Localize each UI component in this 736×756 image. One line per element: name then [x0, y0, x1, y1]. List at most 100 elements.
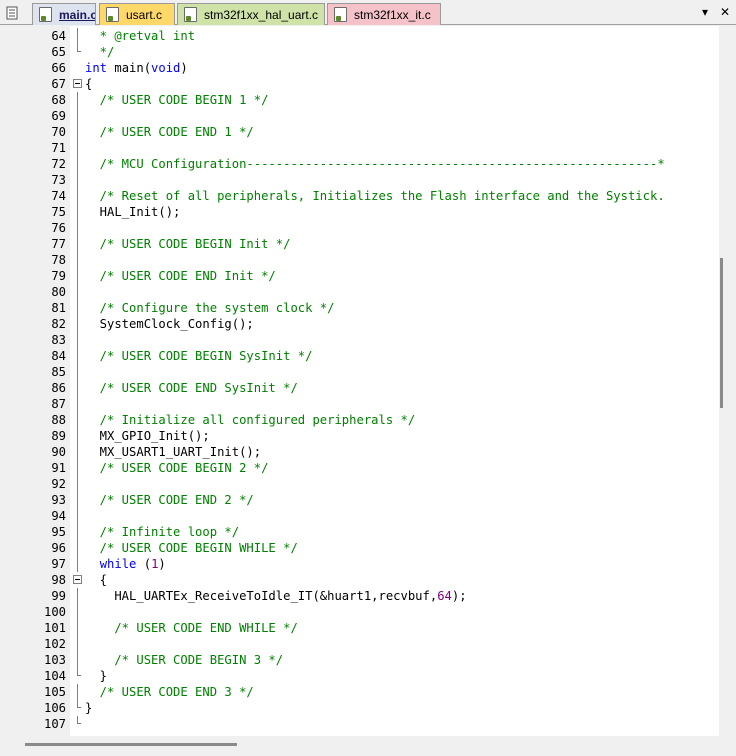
code-line[interactable]: 81 /* Configure the system clock */	[8, 300, 719, 316]
code-line[interactable]: 88 /* Initialize all configured peripher…	[8, 412, 719, 428]
line-number: 98	[51, 573, 66, 587]
code-editor[interactable]: 64 * @retval int 65 */66 int main(void) 67{…	[8, 26, 719, 736]
code-line[interactable]: 103 /* USER CODE BEGIN 3 */	[8, 652, 719, 668]
code-line[interactable]: 100	[8, 604, 719, 620]
code-line[interactable]: 99 HAL_UARTEx_ReceiveToIdle_IT(&huart1,r…	[8, 588, 719, 604]
chevron-down-icon[interactable]: ▾	[697, 4, 713, 20]
code-line[interactable]: 90 MX_USART1_UART_Init();	[8, 444, 719, 460]
code-line[interactable]: 80	[8, 284, 719, 300]
code-keyword: while	[99, 557, 137, 571]
code-text: HAL_UARTEx_ReceiveToIdle_IT(&huart1,recv…	[85, 588, 466, 604]
fold-guide-line	[72, 428, 82, 444]
tab-usart-c[interactable]: usart.c	[99, 3, 175, 25]
code-comment: /* USER CODE END 1 */	[85, 125, 254, 139]
fold-guide-line	[72, 524, 82, 540]
code-line[interactable]: 70 /* USER CODE END 1 */	[8, 124, 719, 140]
code-text: * @retval int	[85, 28, 195, 44]
line-number: 100	[43, 605, 66, 619]
code-line[interactable]: 104 }	[8, 668, 719, 684]
code-line[interactable]: 93 /* USER CODE END 2 */	[8, 492, 719, 508]
fold-guide-line	[72, 92, 82, 108]
code-line[interactable]: 71	[8, 140, 719, 156]
close-icon[interactable]: ✕	[717, 4, 733, 20]
horizontal-scrollbar[interactable]	[8, 736, 719, 756]
code-line[interactable]: 76	[8, 220, 719, 236]
line-number: 72	[51, 157, 66, 171]
code-line[interactable]: 84 /* USER CODE BEGIN SysInit */	[8, 348, 719, 364]
code-text: MX_GPIO_Init();	[85, 428, 210, 444]
code-line[interactable]: 69	[8, 108, 719, 124]
code-line[interactable]: 68 /* USER CODE BEGIN 1 */	[8, 92, 719, 108]
code-line[interactable]: 94	[8, 508, 719, 524]
line-number: 91	[51, 461, 66, 475]
code-line[interactable]: 101 /* USER CODE END WHILE */	[8, 620, 719, 636]
code-line[interactable]: 73	[8, 172, 719, 188]
line-number: 73	[51, 173, 66, 187]
fold-collapse-icon[interactable]	[72, 572, 82, 588]
line-number: 69	[51, 109, 66, 123]
tab-stm32f1xx-it-c[interactable]: stm32f1xx_it.c	[327, 3, 441, 25]
code-line[interactable]: 79 /* USER CODE END Init */	[8, 268, 719, 284]
fold-end-marker	[72, 716, 82, 732]
code-line[interactable]: 75 HAL_Init();	[8, 204, 719, 220]
code-line[interactable]: 98 {	[8, 572, 719, 588]
code-line[interactable]: 86 /* USER CODE END SysInit */	[8, 380, 719, 396]
code-line[interactable]: 85	[8, 364, 719, 380]
code-line[interactable]: 78	[8, 252, 719, 268]
code-line[interactable]: 96 /* USER CODE BEGIN WHILE */	[8, 540, 719, 556]
code-comment: /* Infinite loop */	[85, 525, 240, 539]
horizontal-scrollbar-thumb[interactable]	[25, 743, 237, 746]
fold-guide-line	[72, 540, 82, 556]
line-number: 86	[51, 381, 66, 395]
fold-guide-line	[72, 636, 82, 652]
code-token: (	[136, 557, 152, 571]
code-text: /* Configure the system clock */	[85, 300, 335, 316]
tab-main-c[interactable]: main.c	[32, 3, 96, 25]
code-line[interactable]: 95 /* Infinite loop */	[8, 524, 719, 540]
code-line[interactable]: 67 {	[8, 76, 719, 92]
tab-stm32f1xx-hal-uart-c[interactable]: stm32f1xx_hal_uart.c	[177, 3, 325, 25]
code-text: /* USER CODE BEGIN SysInit */	[85, 348, 313, 364]
editor-tab-bar: main.c usart.c stm32f1xx_hal_uart.c stm3…	[0, 0, 736, 25]
code-comment: /* USER CODE BEGIN WHILE */	[85, 541, 298, 555]
line-number: 104	[43, 669, 66, 683]
code-text: HAL_Init();	[85, 204, 181, 220]
line-number: 90	[51, 445, 66, 459]
code-line[interactable]: 91 /* USER CODE BEGIN 2 */	[8, 460, 719, 476]
editor-left-margin	[0, 26, 8, 756]
fold-guide-line	[72, 652, 82, 668]
c-file-icon	[39, 7, 52, 22]
code-token: )	[180, 61, 188, 75]
file-icon	[6, 6, 18, 20]
code-keyword: int	[85, 61, 108, 75]
code-line[interactable]: 66 int main(void)	[8, 60, 719, 76]
fold-guide-line	[72, 316, 82, 332]
code-line[interactable]: 82 SystemClock_Config();	[8, 316, 719, 332]
code-comment: /* Configure the system clock */	[85, 301, 335, 315]
code-line[interactable]: 77 /* USER CODE BEGIN Init */	[8, 236, 719, 252]
code-line[interactable]: 92	[8, 476, 719, 492]
fold-guide-line	[72, 476, 82, 492]
code-line[interactable]: 97 while (1)	[8, 556, 719, 572]
code-line[interactable]: 105 /* USER CODE END 3 */	[8, 684, 719, 700]
code-line[interactable]: 87	[8, 396, 719, 412]
code-comment: */	[85, 45, 115, 59]
code-line[interactable]: 65 */	[8, 44, 719, 60]
line-number: 101	[43, 621, 66, 635]
code-line[interactable]: 72 /* MCU Configuration-----------------…	[8, 156, 719, 172]
fold-collapse-icon[interactable]	[72, 76, 82, 92]
code-keyword: void	[151, 61, 181, 75]
vertical-scrollbar-thumb[interactable]	[720, 258, 723, 408]
code-line[interactable]: 106}	[8, 700, 719, 716]
code-text: /* USER CODE END 1 */	[85, 124, 254, 140]
code-line[interactable]: 74 /* Reset of all peripherals, Initiali…	[8, 188, 719, 204]
code-line[interactable]: 64 * @retval int	[8, 28, 719, 44]
line-number: 89	[51, 429, 66, 443]
code-text: /* USER CODE END Init */	[85, 268, 276, 284]
fold-guide-line	[72, 460, 82, 476]
code-line[interactable]: 102	[8, 636, 719, 652]
code-line[interactable]: 89 MX_GPIO_Init();	[8, 428, 719, 444]
fold-guide-line	[72, 108, 82, 124]
code-line[interactable]: 83	[8, 332, 719, 348]
code-line[interactable]: 107	[8, 716, 719, 732]
